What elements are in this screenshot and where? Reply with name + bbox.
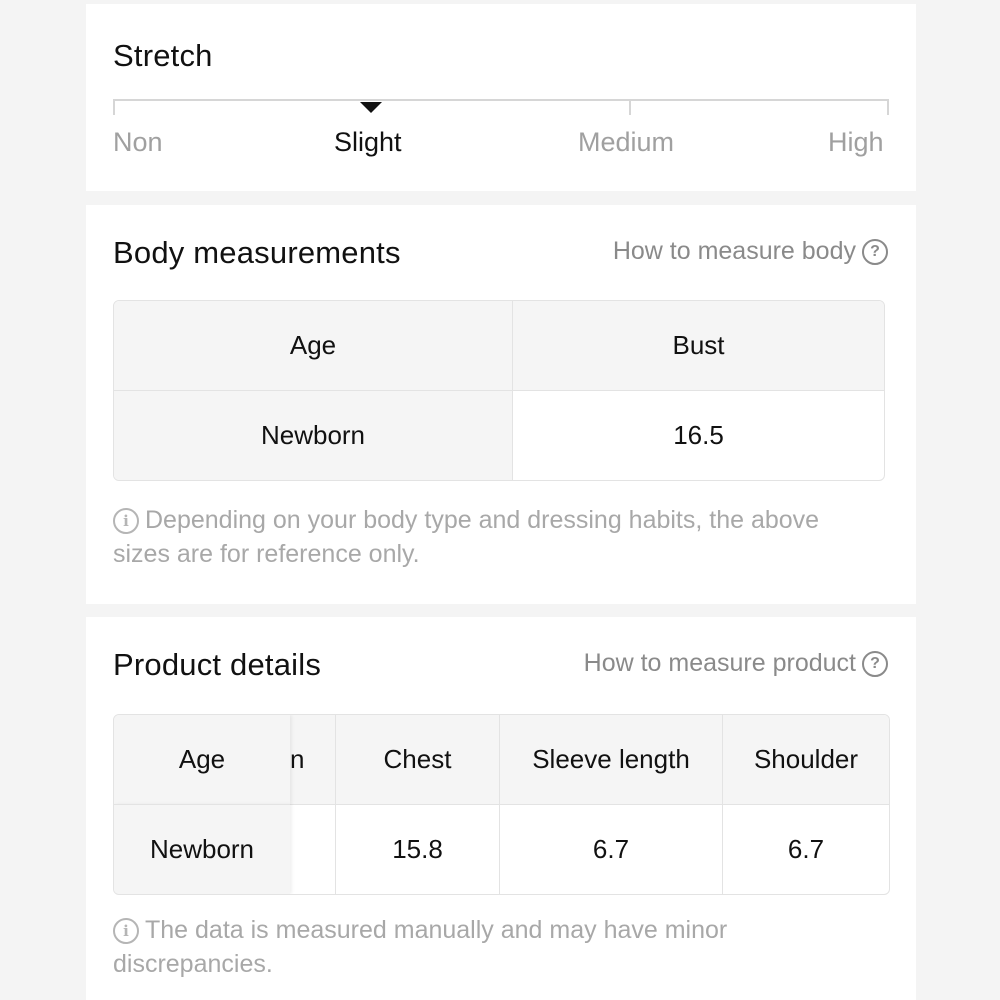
how-to-measure-product-link[interactable]: How to measure product ? <box>584 649 888 678</box>
table-cell: 6.7 <box>722 804 889 894</box>
product-details-title: Product details <box>113 647 322 682</box>
table-cell <box>290 804 335 894</box>
table-header-cell: Bust <box>512 301 884 390</box>
stretch-tick <box>887 99 889 115</box>
body-measurements-section: Body measurements How to measure body ? … <box>86 205 916 604</box>
product-details-note: i The data is measured manually and may h… <box>113 913 873 981</box>
body-measurements-note-text: Depending on your body type and dressing… <box>113 506 820 568</box>
info-circle-icon: i <box>113 508 139 534</box>
stretch-scale-line <box>113 99 888 101</box>
stretch-tick <box>629 99 631 115</box>
how-to-measure-body-label: How to measure body <box>612 237 856 265</box>
product-details-table[interactable]: Age n Chest Sleeve length Shoulder Newbo… <box>113 714 890 895</box>
stretch-tick <box>113 99 115 115</box>
table-cell: 6.7 <box>499 804 722 894</box>
table-row-header-cell: Newborn <box>114 390 512 480</box>
stretch-level-non: Non <box>113 127 163 157</box>
question-circle-icon: ? <box>862 650 888 677</box>
info-circle-icon: i <box>113 918 139 944</box>
table-header-cell: Shoulder <box>722 715 889 804</box>
stretch-level-slight: Slight <box>334 127 402 157</box>
product-details-note-text: The data is measured manually and may ha… <box>113 916 728 978</box>
question-circle-icon: ? <box>862 238 888 265</box>
stretch-level-high: High <box>828 127 884 157</box>
how-to-measure-body-link[interactable]: How to measure body ? <box>613 237 888 266</box>
how-to-measure-product-label: How to measure product <box>583 649 856 677</box>
table-row-header-cell: Newborn <box>114 804 290 894</box>
table-header-cell: n <box>290 715 335 804</box>
table-header-cell: Sleeve length <box>499 715 722 804</box>
table-header-cell: Age <box>114 301 512 390</box>
body-measurements-title: Body measurements <box>113 235 401 270</box>
table-header-cell: Age <box>114 715 290 804</box>
table-cell: 16.5 <box>512 390 884 480</box>
stretch-level-medium: Medium <box>578 127 675 157</box>
body-measurements-note: i Depending on your body type and dressin… <box>113 503 873 571</box>
stretch-title: Stretch <box>113 38 213 73</box>
product-details-section: Product details How to measure product ?… <box>86 617 916 1000</box>
table-cell: 15.8 <box>335 804 499 894</box>
table-header-cell: Chest <box>335 715 499 804</box>
body-measurements-table: Age Bust Newborn 16.5 <box>113 300 885 481</box>
stretch-pointer-icon <box>360 102 382 113</box>
stretch-section: Stretch Non Slight Medium High <box>86 4 916 191</box>
